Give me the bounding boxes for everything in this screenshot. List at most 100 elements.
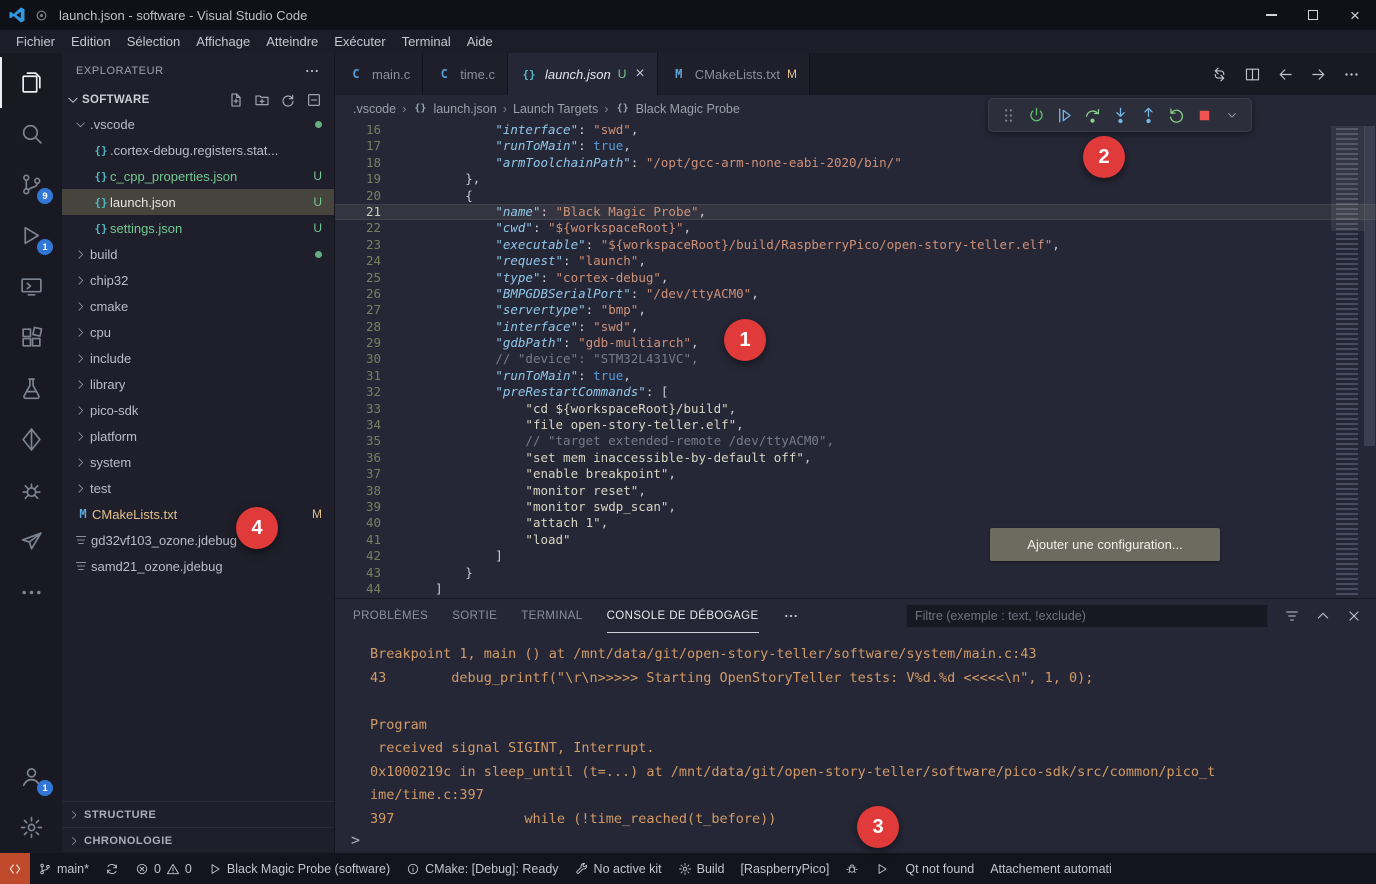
panel-tab-terminal[interactable]: TERMINAL: [521, 599, 582, 633]
window-menu-icon[interactable]: [34, 8, 49, 23]
workspace-section-header[interactable]: SOFTWARE: [62, 88, 334, 111]
activity-testing[interactable]: [0, 363, 62, 414]
minimap-viewport[interactable]: [1331, 126, 1365, 231]
breadcrumb-item-launch-targets[interactable]: Launch Targets: [513, 102, 598, 116]
tree-item-c-cpp-properties-json[interactable]: {}c_cpp_properties.jsonU: [62, 163, 334, 189]
minimap[interactable]: [1334, 122, 1362, 598]
drag-handle-button[interactable]: [995, 102, 1021, 128]
stop-menu-button[interactable]: [1219, 102, 1245, 128]
activity-share[interactable]: [0, 516, 62, 567]
tree-item-vscode[interactable]: .vscode: [62, 111, 334, 137]
run-status[interactable]: [867, 853, 897, 884]
activity-account[interactable]: 1: [0, 751, 62, 802]
panel-tab-console-de-d-bogage[interactable]: CONSOLE DE DÉBOGAGE: [607, 599, 759, 633]
menu-atteindre[interactable]: Atteindre: [258, 32, 326, 51]
attach-status[interactable]: Attachement automati: [982, 853, 1120, 884]
tree-item-settings-json[interactable]: {}settings.jsonU: [62, 215, 334, 241]
editor-scrollbar[interactable]: [1364, 126, 1375, 446]
code-editor[interactable]: 16 "interface": "swd",17 "runToMain": tr…: [335, 122, 1376, 598]
problems-status[interactable]: 00: [127, 853, 200, 884]
cmake-status[interactable]: CMake: [Debug]: Ready: [398, 853, 566, 884]
more-icon[interactable]: [1343, 66, 1360, 83]
menu-affichage[interactable]: Affichage: [188, 32, 258, 51]
new-file-icon[interactable]: [228, 92, 244, 108]
forward-icon[interactable]: [1310, 66, 1327, 83]
activity-source-control[interactable]: 9: [0, 159, 62, 210]
menu-aide[interactable]: Aide: [459, 32, 501, 51]
tree-item-gd32vf103-ozone-jdebug[interactable]: gd32vf103_ozone.jdebug: [62, 527, 334, 553]
maximize-button[interactable]: [1292, 0, 1334, 30]
back-icon[interactable]: [1277, 66, 1294, 83]
debug-console-input[interactable]: >: [335, 827, 1376, 853]
restart-button[interactable]: [1163, 102, 1189, 128]
activity-explorer[interactable]: [0, 57, 62, 108]
more-actions-icon[interactable]: [304, 63, 320, 79]
add-configuration-button[interactable]: Ajouter une configuration...: [990, 528, 1220, 561]
debug-status[interactable]: [837, 853, 867, 884]
tree-item-include[interactable]: include: [62, 345, 334, 371]
build-status[interactable]: Build: [670, 853, 733, 884]
minimize-button[interactable]: [1250, 0, 1292, 30]
step-out-button[interactable]: [1135, 102, 1161, 128]
tree-item-cpu[interactable]: cpu: [62, 319, 334, 345]
tree-item-cmakelists-txt[interactable]: MCMakeLists.txtM: [62, 501, 334, 527]
more-actions-icon[interactable]: [783, 608, 799, 624]
run-to-cursor-button[interactable]: [1051, 102, 1077, 128]
collapse-lines-icon[interactable]: [1284, 608, 1300, 624]
continue-button[interactable]: [1023, 102, 1049, 128]
breadcrumb-item-vscode[interactable]: .vscode: [353, 102, 396, 116]
tree-item-launch-json[interactable]: {}launch.jsonU: [62, 189, 334, 215]
tree-item-test[interactable]: test: [62, 475, 334, 501]
menu-fichier[interactable]: Fichier: [8, 32, 63, 51]
menu-terminal[interactable]: Terminal: [394, 32, 459, 51]
close-window-button[interactable]: ×: [1334, 0, 1376, 30]
breadcrumb-item-black-magic-probe[interactable]: Black Magic Probe: [636, 102, 740, 116]
panel-tab-sortie[interactable]: SORTIE: [452, 599, 497, 633]
tree-item-library[interactable]: library: [62, 371, 334, 397]
tree-item-cmake[interactable]: cmake: [62, 293, 334, 319]
debug-config-status[interactable]: Black Magic Probe (software): [200, 853, 398, 884]
target-status[interactable]: [RaspberryPico]: [732, 853, 837, 884]
menu-edition[interactable]: Edition: [63, 32, 119, 51]
activity-remote-explorer[interactable]: [0, 261, 62, 312]
tree-item-samd21-ozone-jdebug[interactable]: samd21_ozone.jdebug: [62, 553, 334, 579]
breadcrumb-item-launch-json[interactable]: launch.json: [433, 102, 496, 116]
activity-search[interactable]: [0, 108, 62, 159]
tree-item-cortex-debug-registers-stat[interactable]: {}.cortex-debug.registers.stat...: [62, 137, 334, 163]
section-structure[interactable]: STRUCTURE: [62, 801, 334, 827]
activity-settings[interactable]: [0, 802, 62, 853]
activity-run-debug[interactable]: 1: [0, 210, 62, 261]
tree-item-platform[interactable]: platform: [62, 423, 334, 449]
section-chronologie[interactable]: CHRONOLOGIE: [62, 827, 334, 853]
tab-cmakelists-txt[interactable]: MCMakeLists.txtM: [658, 53, 810, 95]
new-folder-icon[interactable]: [254, 92, 270, 108]
menu-ex-cuter[interactable]: Exécuter: [326, 32, 393, 51]
tree-item-pico-sdk[interactable]: pico-sdk: [62, 397, 334, 423]
remote-indicator[interactable]: [0, 853, 30, 884]
tab-launch-json[interactable]: {}launch.jsonU×: [508, 53, 658, 95]
qt-status[interactable]: Qt not found: [897, 853, 982, 884]
tab-time-c[interactable]: Ctime.c: [423, 53, 508, 95]
step-over-button[interactable]: [1079, 102, 1105, 128]
activity-more[interactable]: [0, 567, 62, 618]
tree-item-chip32[interactable]: chip32: [62, 267, 334, 293]
kit-status[interactable]: No active kit: [567, 853, 670, 884]
split-editor-icon[interactable]: [1244, 66, 1261, 83]
activity-debug-adapter[interactable]: [0, 465, 62, 516]
step-into-button[interactable]: [1107, 102, 1133, 128]
collapse-all-icon[interactable]: [306, 92, 322, 108]
sync-status[interactable]: [97, 853, 127, 884]
refresh-icon[interactable]: [280, 92, 296, 108]
tree-item-build[interactable]: build: [62, 241, 334, 267]
activity-test-adapter[interactable]: [0, 414, 62, 465]
console-filter-input[interactable]: [906, 604, 1268, 628]
close-panel-icon[interactable]: [1346, 608, 1362, 624]
panel-tab-probl-mes[interactable]: PROBLÈMES: [353, 599, 428, 633]
tree-item-system[interactable]: system: [62, 449, 334, 475]
close-icon[interactable]: ×: [635, 65, 644, 83]
activity-extensions[interactable]: [0, 312, 62, 363]
branch-status[interactable]: main*: [30, 853, 97, 884]
diff-icon[interactable]: [1211, 66, 1228, 83]
chevron-up-icon[interactable]: [1315, 608, 1331, 624]
stop-button[interactable]: [1191, 102, 1217, 128]
